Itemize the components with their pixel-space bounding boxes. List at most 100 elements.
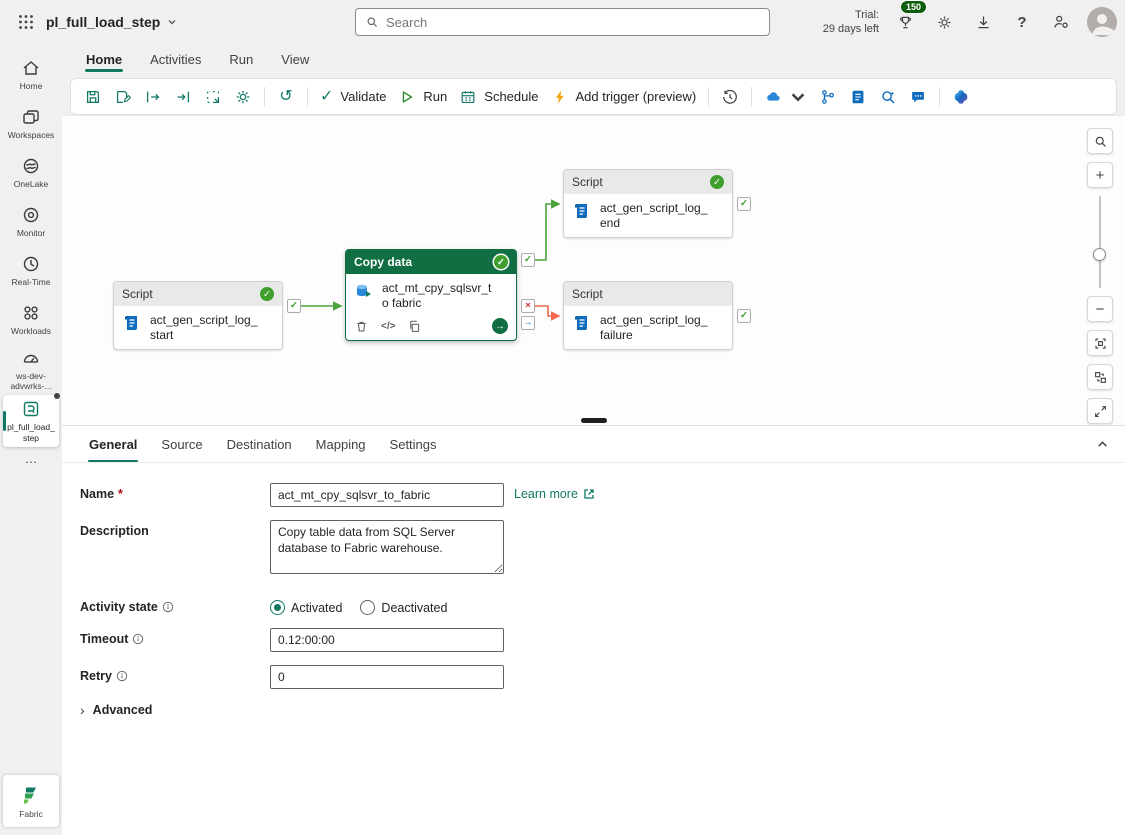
- export-button[interactable]: [139, 83, 167, 111]
- pipeline-title-dropdown[interactable]: pl_full_load_step: [46, 14, 177, 30]
- tab-general[interactable]: General: [78, 431, 148, 462]
- collapse-canvas-button[interactable]: [1087, 398, 1113, 424]
- sidebar-more-button[interactable]: …: [25, 451, 38, 466]
- download-button[interactable]: [970, 9, 996, 35]
- notebook-button[interactable]: [844, 83, 872, 111]
- radio-activated[interactable]: Activated: [270, 600, 342, 615]
- save-as-button[interactable]: [109, 83, 137, 111]
- fit-to-screen-button[interactable]: [1087, 330, 1113, 356]
- canvas-search-button[interactable]: [1087, 128, 1113, 154]
- sidebar-item-monitor[interactable]: Monitor: [1, 197, 61, 246]
- port-success-copy[interactable]: ✓: [521, 253, 535, 267]
- node-type-label: Script: [122, 287, 254, 301]
- tab-settings[interactable]: Settings: [379, 431, 448, 462]
- page-title: pl_full_load_step: [46, 14, 160, 30]
- copilot-button[interactable]: [947, 83, 975, 111]
- port-success-end[interactable]: ✓: [737, 197, 751, 211]
- schedule-button[interactable]: Schedule: [454, 83, 543, 111]
- play-icon: [398, 88, 416, 106]
- description-input[interactable]: Copy table data from SQL Server database…: [270, 520, 504, 574]
- activity-node-script-failure[interactable]: Script act_gen_script_log_failure: [563, 281, 733, 350]
- activity-node-copy-data[interactable]: Copy data ✓ act_mt_cpy_sqlsvr_to fabric …: [345, 249, 517, 341]
- pipeline-settings-button[interactable]: [229, 83, 257, 111]
- fit-screen-icon: [1093, 336, 1108, 351]
- sidebar-item-onelake[interactable]: OneLake: [1, 148, 61, 197]
- import-button[interactable]: [169, 83, 197, 111]
- zoom-out-button[interactable]: −: [1087, 296, 1113, 322]
- activity-node-script-start[interactable]: Script ✓ act_gen_script_log_start: [113, 281, 283, 350]
- chevron-up-icon: [1096, 438, 1109, 451]
- success-badge-icon: ✓: [260, 287, 274, 301]
- activity-state-label: Activity state: [80, 596, 270, 614]
- collapse-panel-button[interactable]: [1096, 438, 1109, 451]
- help-button[interactable]: ?: [1009, 9, 1035, 35]
- connector-on-failure[interactable]: [535, 306, 559, 316]
- delete-icon[interactable]: [354, 319, 369, 334]
- timeout-input[interactable]: [270, 628, 504, 652]
- advanced-expander[interactable]: › Advanced: [80, 702, 1125, 718]
- activity-node-script-end[interactable]: Script ✓ act_gen_script_log_end: [563, 169, 733, 238]
- save-button[interactable]: [79, 83, 107, 111]
- node-name: act_gen_script_log_end: [600, 201, 707, 231]
- name-row: Name* Learn more: [80, 483, 1125, 507]
- zoom-in-button[interactable]: +: [1087, 162, 1113, 188]
- port-skip-copy[interactable]: →: [521, 316, 535, 330]
- source-control-button[interactable]: [814, 83, 842, 111]
- validate-button[interactable]: ✓ Validate: [315, 83, 391, 111]
- connections-button[interactable]: [759, 83, 812, 111]
- sidebar-item-realtime[interactable]: Real-Time: [1, 246, 61, 295]
- tab-mapping[interactable]: Mapping: [305, 431, 377, 462]
- tab-source[interactable]: Source: [150, 431, 213, 462]
- app-launcher-icon[interactable]: [10, 6, 42, 38]
- preview-search-button[interactable]: [874, 83, 902, 111]
- radio-deactivated[interactable]: Deactivated: [360, 600, 447, 615]
- learn-more-link[interactable]: Learn more: [514, 483, 595, 501]
- tab-run[interactable]: Run: [217, 47, 265, 76]
- panel-resize-handle[interactable]: [581, 418, 607, 423]
- search-input[interactable]: [386, 15, 760, 30]
- tab-destination[interactable]: Destination: [216, 431, 303, 462]
- undo-button[interactable]: ↺: [272, 83, 300, 111]
- sidebar-item-pipeline-current[interactable]: pl_full_load_ step: [3, 395, 59, 446]
- run-history-button[interactable]: [716, 83, 744, 111]
- radio-dot: [270, 600, 285, 615]
- toolbar-divider: [307, 87, 308, 107]
- sidebar-item-home[interactable]: Home: [1, 50, 61, 99]
- name-input[interactable]: [270, 483, 504, 507]
- code-view-icon[interactable]: </>: [381, 321, 395, 332]
- open-activity-icon[interactable]: →: [492, 318, 508, 334]
- tab-activities[interactable]: Activities: [138, 47, 213, 76]
- chevron-down-icon: [789, 88, 807, 106]
- fabric-home-tile[interactable]: Fabric: [3, 775, 59, 827]
- sidebar-item-workspace-current[interactable]: ws-dev-advwrks-...: [1, 344, 61, 395]
- tab-view[interactable]: View: [269, 47, 321, 76]
- notebook-icon: [849, 88, 867, 106]
- admin-settings-button[interactable]: [1048, 9, 1074, 35]
- zoom-slider[interactable]: [1087, 196, 1113, 288]
- pipeline-canvas[interactable]: Script ✓ act_gen_script_log_start Copy d…: [62, 115, 1125, 425]
- avatar[interactable]: [1087, 7, 1117, 37]
- rewards-button[interactable]: 150: [892, 9, 918, 35]
- zoom-handle[interactable]: [1093, 248, 1106, 261]
- monitor-icon: [21, 205, 41, 225]
- feedback-chat-button[interactable]: [904, 83, 932, 111]
- add-trigger-button[interactable]: Add trigger (preview): [546, 83, 702, 111]
- auto-align-button[interactable]: [1087, 364, 1113, 390]
- run-button[interactable]: Run: [393, 83, 452, 111]
- undo-icon: ↺: [279, 89, 292, 105]
- settings-gear-button[interactable]: [931, 9, 957, 35]
- tab-home[interactable]: Home: [74, 47, 134, 76]
- port-success-failure[interactable]: ✓: [737, 309, 751, 323]
- person-gear-icon: [1052, 13, 1070, 31]
- multi-select-button[interactable]: [199, 83, 227, 111]
- port-success-start[interactable]: ✓: [287, 299, 301, 313]
- global-search-box[interactable]: [355, 8, 770, 36]
- retry-input[interactable]: [270, 665, 504, 689]
- search-icon: [1093, 134, 1108, 149]
- duplicate-icon[interactable]: [407, 319, 422, 334]
- connector-on-success[interactable]: [535, 204, 559, 260]
- sidebar-item-workloads[interactable]: Workloads: [1, 295, 61, 344]
- description-label: Description: [80, 520, 270, 538]
- port-failure-copy[interactable]: ×: [521, 299, 535, 313]
- sidebar-item-workspaces[interactable]: Workspaces: [1, 99, 61, 148]
